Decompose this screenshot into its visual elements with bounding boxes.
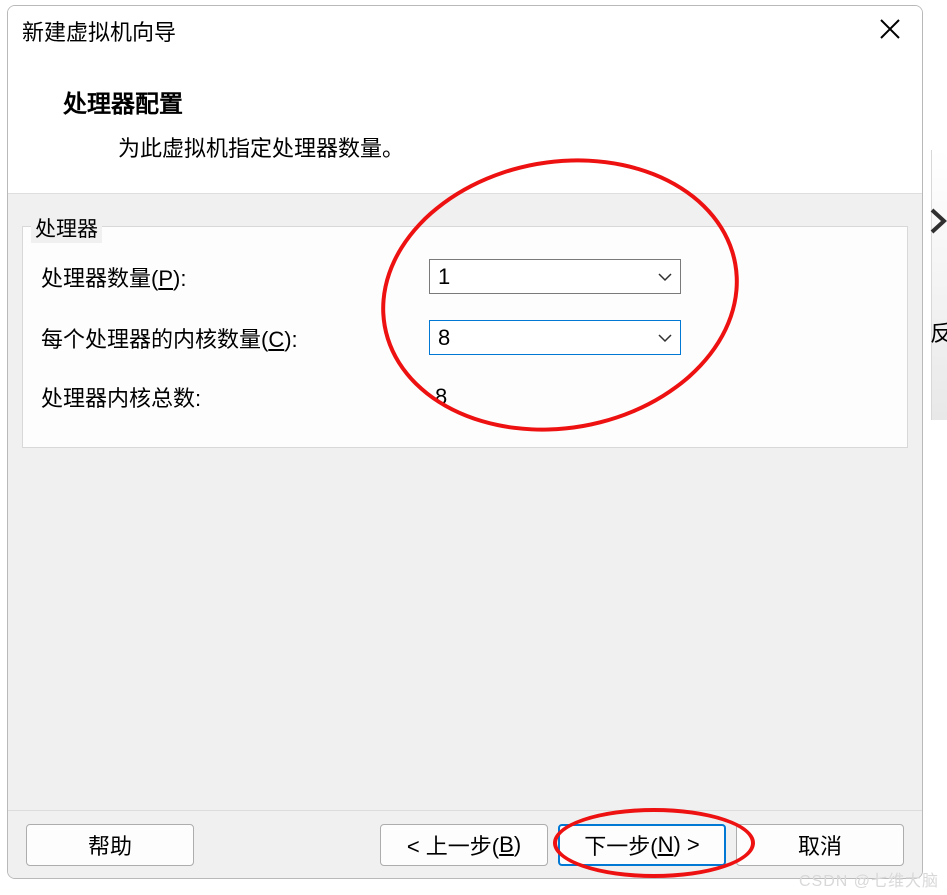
help-button[interactable]: 帮助 xyxy=(26,824,194,866)
close-button[interactable] xyxy=(872,13,908,49)
cancel-button[interactable]: 取消 xyxy=(736,824,904,866)
label-cores-per-processor: 每个处理器的内核数量(C): xyxy=(41,322,429,354)
dialog-title: 新建虚拟机向导 xyxy=(22,15,872,47)
row-total-cores: 处理器内核总数: 8 xyxy=(41,381,889,413)
value-total-cores: 8 xyxy=(429,384,447,410)
back-button[interactable]: < 上一步(B) xyxy=(380,824,548,866)
background-glyph: 反 xyxy=(930,316,947,348)
wizard-content: 处理器 处理器数量(P): 1 每个处理器的内核数量(C): 8 xyxy=(8,194,922,810)
wizard-header: 处理器配置 为此虚拟机指定处理器数量。 xyxy=(8,56,922,194)
next-button[interactable]: 下一步(N) > xyxy=(558,824,726,866)
select-processor-count[interactable]: 1 xyxy=(429,259,681,294)
chevron-down-icon xyxy=(658,269,672,285)
titlebar: 新建虚拟机向导 xyxy=(8,6,922,56)
select-processor-count-value: 1 xyxy=(438,264,658,290)
processor-group: 处理器 处理器数量(P): 1 每个处理器的内核数量(C): 8 xyxy=(22,226,908,448)
arrow-right-icon xyxy=(930,206,947,245)
wizard-footer: 帮助 < 上一步(B) 下一步(N) > 取消 xyxy=(8,810,922,878)
page-subheading: 为此虚拟机指定处理器数量。 xyxy=(63,131,908,163)
select-cores-per-processor[interactable]: 8 xyxy=(429,320,681,355)
label-processor-count: 处理器数量(P): xyxy=(41,261,429,293)
watermark: CSDN @七维大脑 xyxy=(799,867,939,891)
background-window-edge: 反 xyxy=(931,150,947,420)
wizard-dialog: 新建虚拟机向导 处理器配置 为此虚拟机指定处理器数量。 处理器 处理器数量(P)… xyxy=(7,5,923,879)
group-legend: 处理器 xyxy=(31,213,102,243)
label-total-cores: 处理器内核总数: xyxy=(41,381,429,413)
close-icon xyxy=(879,15,901,47)
chevron-down-icon xyxy=(658,330,672,346)
row-processor-count: 处理器数量(P): 1 xyxy=(41,259,889,294)
row-cores-per-processor: 每个处理器的内核数量(C): 8 xyxy=(41,320,889,355)
select-cores-per-processor-value: 8 xyxy=(438,325,658,351)
page-heading: 处理器配置 xyxy=(63,84,908,119)
